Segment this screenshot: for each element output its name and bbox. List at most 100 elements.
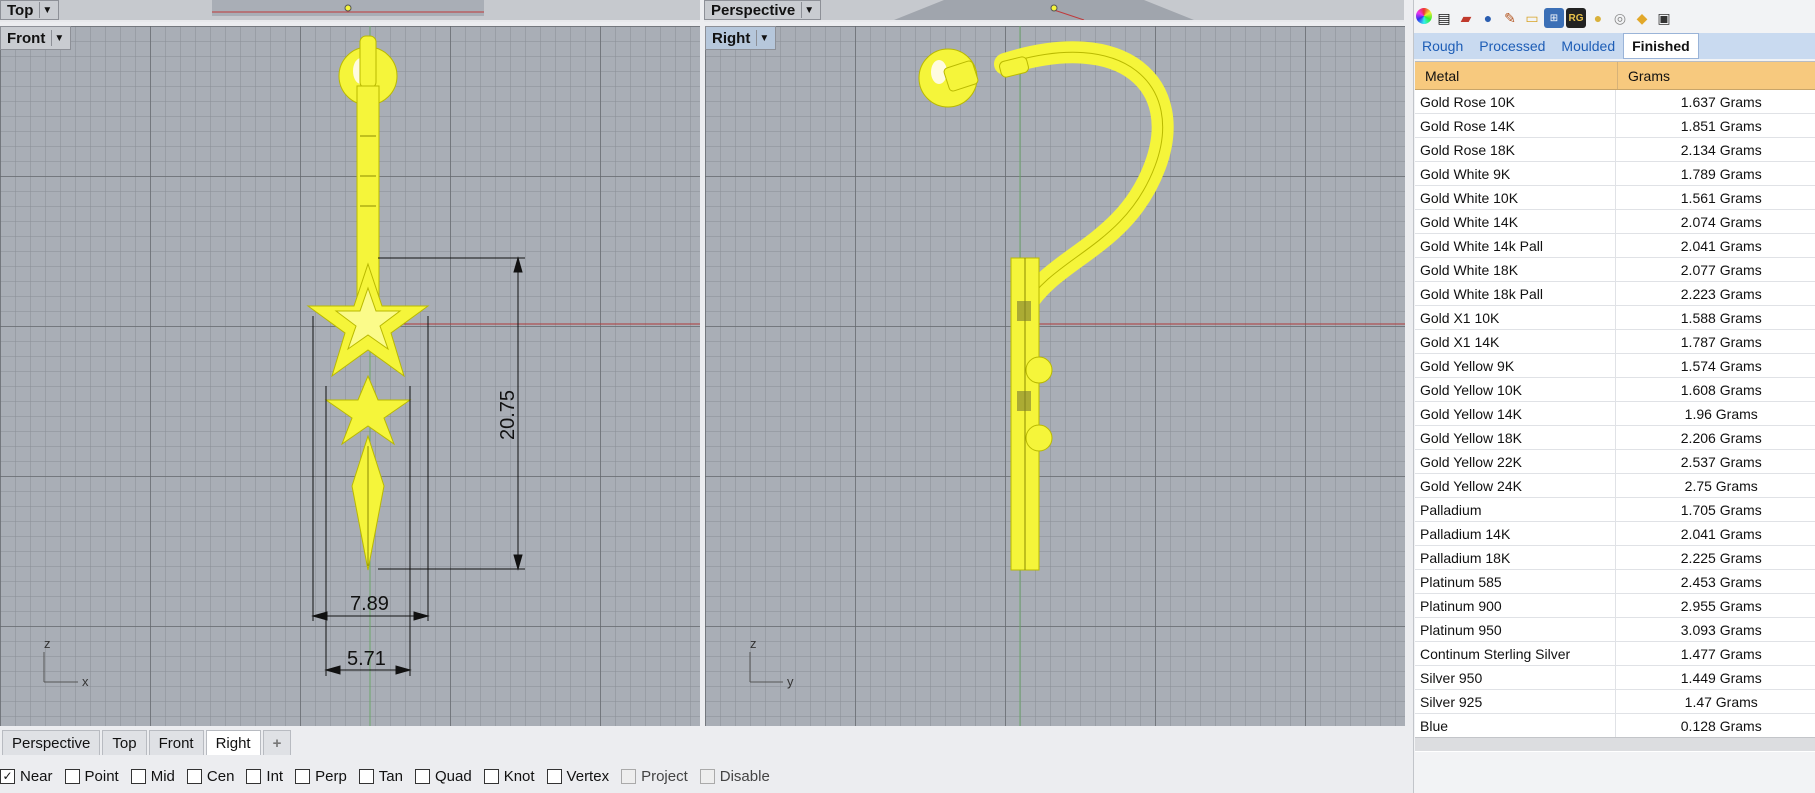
checkbox-icon[interactable] — [414, 768, 430, 784]
globe-icon[interactable]: ● — [1478, 8, 1498, 28]
osnap-point[interactable]: Point — [64, 768, 119, 785]
table-row[interactable]: Platinum 585 2.453 Grams — [1415, 570, 1815, 594]
axis-x-label: x — [82, 674, 89, 689]
metal-name-cell: Gold White 14K — [1415, 210, 1617, 233]
book-icon[interactable]: ▰ — [1456, 8, 1476, 28]
osnap-project[interactable]: Project — [621, 768, 688, 785]
color-wheel-icon[interactable] — [1416, 8, 1432, 24]
osnap-mid[interactable]: Mid — [130, 768, 175, 785]
right-viewport[interactable]: z y Right ▼ — [705, 26, 1405, 726]
folder-icon[interactable]: ▭ — [1522, 8, 1542, 28]
table-row[interactable]: Gold White 10K 1.561 Grams — [1415, 186, 1815, 210]
grams-cell: 1.574 Grams — [1680, 357, 1762, 374]
table-row[interactable]: Gold X1 14K 1.787 Grams — [1415, 330, 1815, 354]
top-viewport-preview — [212, 0, 484, 16]
table-row[interactable]: Gold Rose 10K 1.637 Grams — [1415, 90, 1815, 114]
front-viewport-label[interactable]: Front ▼ — [0, 26, 72, 50]
metal-name-cell: Gold White 14k Pall — [1415, 234, 1617, 257]
right-viewport-label[interactable]: Right ▼ — [705, 26, 777, 50]
table-row[interactable]: Palladium 18K 2.225 Grams — [1415, 546, 1815, 570]
checkbox-icon[interactable] — [130, 768, 146, 784]
metal-name-cell: Platinum 950 — [1415, 618, 1617, 641]
osnap-quad[interactable]: Quad — [414, 768, 472, 785]
gem-icon[interactable]: ● — [1588, 8, 1608, 28]
table-row[interactable]: Silver 950 1.449 Grams — [1415, 666, 1815, 690]
osnap-perp[interactable]: Perp — [295, 768, 347, 785]
perspective-viewport-preview — [894, 0, 1194, 20]
panel-toolbar: ▤ ▰ ● ✎ ▭ ⊞ RG ● ◎ ◆ ▣ — [1416, 8, 1674, 32]
checkbox-checked-icon[interactable]: ✓ — [0, 768, 15, 784]
table-row[interactable]: Platinum 900 2.955 Grams — [1415, 594, 1815, 618]
osnap-int[interactable]: Int — [246, 768, 283, 785]
table-row[interactable]: Gold White 18k Pall 2.223 Grams — [1415, 282, 1815, 306]
column-header-metal[interactable]: Metal — [1415, 62, 1618, 89]
top-viewport-strip[interactable]: Top ▼ — [0, 0, 700, 22]
metal-name-cell: Silver 925 — [1415, 690, 1617, 713]
grams-cell: 1.637 Grams — [1680, 93, 1762, 110]
metal-name-cell: Gold Yellow 9K — [1415, 354, 1617, 377]
table-row[interactable]: Gold White 14k Pall 2.041 Grams — [1415, 234, 1815, 258]
table-row[interactable]: Gold Yellow 10K 1.608 Grams — [1415, 378, 1815, 402]
checkbox-icon[interactable] — [186, 768, 202, 784]
osnap-vertex[interactable]: Vertex — [546, 768, 609, 785]
table-row[interactable]: Gold Yellow 9K 1.574 Grams — [1415, 354, 1815, 378]
chevron-down-icon[interactable]: ▼ — [756, 30, 771, 46]
perspective-viewport-strip[interactable]: Perspective ▼ — [704, 0, 1404, 22]
metal-name-cell: Blue — [1415, 714, 1617, 737]
table-row[interactable]: Gold Rose 18K 2.134 Grams — [1415, 138, 1815, 162]
layers-icon[interactable]: ▤ — [1434, 8, 1454, 28]
table-row[interactable]: Gold Rose 14K 1.851 Grams — [1415, 114, 1815, 138]
tab-finished[interactable]: Finished — [1623, 33, 1699, 59]
table-row[interactable]: Palladium 14K 2.041 Grams — [1415, 522, 1815, 546]
brush-icon[interactable]: ✎ — [1500, 8, 1520, 28]
properties-icon[interactable]: ⊞ — [1544, 8, 1564, 28]
osnap-disable[interactable]: Disable — [699, 768, 770, 785]
gold-icon[interactable]: ◆ — [1632, 8, 1652, 28]
tab-right[interactable]: Right — [205, 730, 261, 755]
checkbox-icon[interactable] — [546, 768, 562, 784]
add-tab-button[interactable]: + — [262, 730, 292, 755]
horizontal-scrollbar[interactable] — [1415, 737, 1815, 751]
table-row[interactable]: Gold White 9K 1.789 Grams — [1415, 162, 1815, 186]
osnap-cen[interactable]: Cen — [186, 768, 234, 785]
checkbox-icon[interactable] — [358, 768, 374, 784]
table-row[interactable]: Gold Yellow 24K 2.75 Grams — [1415, 474, 1815, 498]
table-row[interactable]: Palladium 1.705 Grams — [1415, 498, 1815, 522]
table-row[interactable]: Gold Yellow 22K 2.537 Grams — [1415, 450, 1815, 474]
checkbox-icon[interactable] — [246, 768, 262, 784]
osnap-near[interactable]: ✓ Near — [0, 768, 53, 785]
grams-cell: 1.449 Grams — [1680, 669, 1762, 686]
table-row[interactable]: Gold White 14K 2.074 Grams — [1415, 210, 1815, 234]
checkbox-icon[interactable] — [483, 768, 499, 784]
table-row[interactable]: Gold Yellow 14K 1.96 Grams — [1415, 402, 1815, 426]
checkbox-icon[interactable] — [295, 768, 311, 784]
rg-icon[interactable]: RG — [1566, 8, 1586, 28]
metal-name-cell: Silver 950 — [1415, 666, 1617, 689]
table-row[interactable]: Platinum 950 3.093 Grams — [1415, 618, 1815, 642]
display-icon[interactable]: ▣ — [1654, 8, 1674, 28]
checkbox-icon[interactable] — [64, 768, 80, 784]
checkbox-icon[interactable] — [621, 768, 637, 784]
tab-front[interactable]: Front — [148, 730, 204, 755]
table-row[interactable]: Blue 0.128 Grams — [1415, 714, 1815, 738]
compass-icon[interactable]: ◎ — [1610, 8, 1630, 28]
checkbox-icon[interactable] — [699, 768, 715, 784]
tab-processed[interactable]: Processed — [1471, 34, 1553, 58]
tab-top[interactable]: Top — [102, 730, 147, 755]
metal-name-cell: Gold White 9K — [1415, 162, 1617, 185]
grams-cell: 1.789 Grams — [1680, 165, 1762, 182]
table-row[interactable]: Continum Sterling Silver 1.477 Grams — [1415, 642, 1815, 666]
tab-rough[interactable]: Rough — [1414, 34, 1471, 58]
front-viewport[interactable]: 20.75 7.89 5.71 z x Front ▼ — [0, 26, 700, 726]
metal-name-cell: Gold White 18K — [1415, 258, 1617, 281]
osnap-knot[interactable]: Knot — [483, 768, 535, 785]
table-row[interactable]: Gold X1 10K 1.588 Grams — [1415, 306, 1815, 330]
column-header-grams[interactable]: Grams — [1618, 62, 1670, 89]
table-row[interactable]: Gold Yellow 18K 2.206 Grams — [1415, 426, 1815, 450]
table-row[interactable]: Gold White 18K 2.077 Grams — [1415, 258, 1815, 282]
tab-moulded[interactable]: Moulded — [1553, 34, 1623, 58]
table-row[interactable]: Silver 925 1.47 Grams — [1415, 690, 1815, 714]
tab-perspective[interactable]: Perspective — [2, 730, 101, 755]
osnap-tan[interactable]: Tan — [358, 768, 403, 785]
chevron-down-icon[interactable]: ▼ — [51, 30, 66, 46]
